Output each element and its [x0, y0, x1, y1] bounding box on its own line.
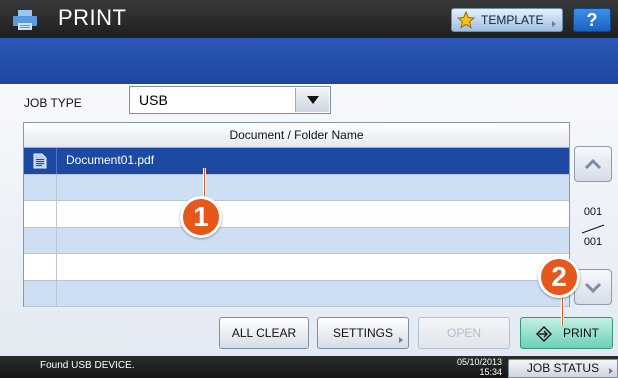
list-row-1[interactable]: Document01.pdf: [24, 148, 569, 175]
list-row-6[interactable]: [24, 280, 569, 307]
print-button[interactable]: PRINT: [520, 317, 613, 349]
status-datetime: 05/10/2013 15:34: [452, 357, 502, 377]
callout-1-pointer: [203, 168, 206, 198]
title-bar: PRINT TEMPLATE ?: [0, 0, 618, 38]
column-header: Document / Folder Name: [24, 123, 569, 148]
scroll-up-button[interactable]: [574, 146, 612, 182]
chevron-down-icon: [307, 96, 319, 104]
chevron-up-icon: [584, 158, 602, 170]
document-list: Document / Folder Name Document01.pdf: [23, 122, 570, 307]
job-type-label: JOB TYPE: [24, 96, 82, 110]
list-row-3[interactable]: [24, 201, 569, 228]
page-divider: [581, 224, 605, 234]
job-status-label: JOB STATUS: [526, 361, 600, 375]
status-time: 15:34: [479, 367, 502, 377]
page-title: PRINT: [58, 5, 127, 30]
dropdown-button[interactable]: [295, 88, 329, 112]
template-button[interactable]: TEMPLATE: [451, 8, 563, 32]
print-label: PRINT: [563, 326, 599, 340]
document-icon: [33, 153, 47, 169]
list-row-2[interactable]: [24, 174, 569, 201]
status-message: Found USB DEVICE.: [40, 360, 135, 371]
job-status-button[interactable]: JOB STATUS: [508, 359, 618, 378]
job-type-value: USB: [139, 92, 168, 108]
chevron-right-icon: [552, 21, 556, 27]
list-row-4[interactable]: [24, 227, 569, 254]
open-button[interactable]: OPEN: [418, 317, 510, 349]
status-date: 05/10/2013: [456, 357, 502, 367]
job-type-select[interactable]: USB: [129, 86, 331, 114]
callout-1: 1: [180, 196, 222, 238]
list-row-name: Document01.pdf: [66, 153, 155, 167]
chevron-right-icon: [609, 368, 613, 374]
all-clear-button[interactable]: ALL CLEAR: [219, 317, 309, 349]
printer-icon: [13, 10, 37, 30]
settings-label: SETTINGS: [332, 326, 393, 340]
message-bar: [0, 38, 618, 84]
callout-2-pointer: [561, 296, 564, 326]
settings-button[interactable]: SETTINGS: [317, 317, 409, 349]
help-button[interactable]: ?: [573, 8, 611, 32]
start-diamond-icon: [536, 326, 552, 342]
list-row-5[interactable]: [24, 254, 569, 281]
chevron-down-icon: [584, 282, 602, 294]
page-total: 001: [583, 236, 603, 248]
page-current: 001: [583, 206, 603, 218]
template-label: TEMPLATE: [481, 13, 544, 27]
star-icon: [457, 11, 475, 29]
callout-2: 2: [538, 256, 580, 298]
chevron-right-icon: [399, 337, 403, 343]
